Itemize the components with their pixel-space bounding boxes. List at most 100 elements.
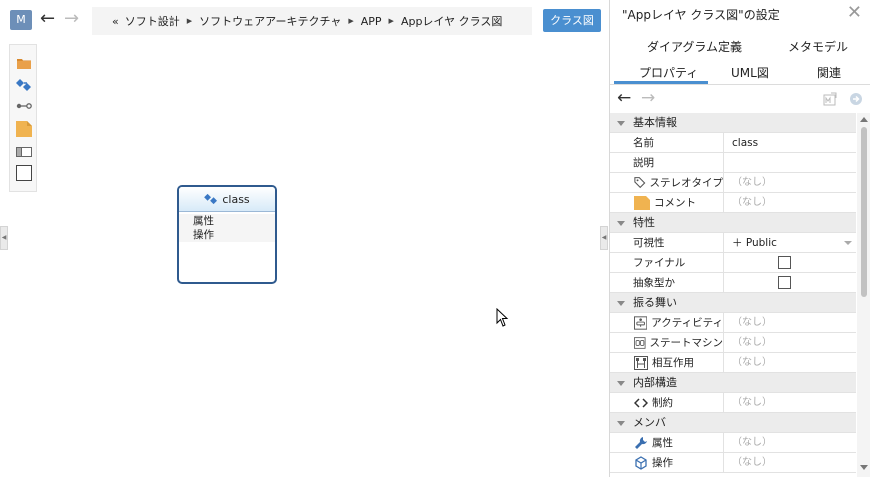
property-row-comment: コメント （なし） [610, 193, 856, 213]
breadcrumb-item[interactable]: APP [361, 15, 382, 28]
back-arrow-icon[interactable]: ← [40, 8, 55, 30]
section-label: 内部構造 [610, 373, 677, 392]
property-row-attribute: 属性 （なし） [610, 433, 856, 453]
tab-metamodel[interactable]: メタモデル [788, 38, 848, 55]
note-icon[interactable] [16, 121, 32, 137]
panel-back-arrow-icon[interactable]: ← [617, 88, 631, 108]
section-label: 特性 [610, 213, 655, 232]
property-label-wrap: 属性 [610, 433, 724, 452]
properties-panel: "Appレイヤ クラス図"の設定 ✕ ダイアグラム定義 メタモデル プロパティ … [609, 0, 870, 477]
vertical-scrollbar[interactable] [857, 113, 870, 477]
class-compartments: 属性 操作 [179, 214, 275, 242]
scroll-down-icon[interactable] [860, 465, 868, 470]
final-checkbox[interactable] [778, 256, 791, 269]
class-icon[interactable] [16, 78, 32, 92]
breadcrumb-separator-icon: ▶ [348, 17, 354, 25]
property-row-name: 名前 class [610, 133, 856, 153]
property-row-visibility: 可視性 ＋ Public [610, 233, 856, 253]
abstract-cell [724, 273, 856, 292]
property-grid: 基本情報 名前 class 説明 ステレオタイプ （なし） コメント （なし） … [610, 113, 856, 473]
panel-collapse-handle[interactable]: ◀ [600, 226, 608, 250]
statemachine-field[interactable]: （なし） [724, 333, 856, 352]
close-icon[interactable]: ✕ [847, 2, 862, 23]
property-row-description: 説明 [610, 153, 856, 173]
visibility-dropdown[interactable]: ＋ Public [724, 233, 856, 252]
property-label: 操作 [652, 456, 673, 469]
association-icon[interactable] [16, 99, 32, 113]
class-box-header[interactable]: class [179, 187, 275, 212]
folder-icon[interactable] [16, 56, 32, 70]
section-internal-structure[interactable]: 内部構造 [610, 373, 856, 393]
panel-title: "Appレイヤ クラス図"の設定 [622, 8, 780, 22]
property-row-final: ファイナル [610, 253, 856, 273]
interaction-field[interactable]: （なし） [724, 353, 856, 372]
model-element-icon[interactable] [823, 92, 837, 106]
property-label-wrap: 相互作用 [610, 353, 724, 372]
frame-icon[interactable] [16, 145, 32, 159]
property-label-wrap: ステレオタイプ [610, 173, 724, 192]
tab-uml-diagram[interactable]: UML図 [731, 64, 769, 81]
scroll-up-icon[interactable] [860, 117, 868, 122]
attribute-field[interactable]: （なし） [724, 433, 856, 452]
diagram-type-button[interactable]: クラス図 [543, 9, 601, 32]
attributes-compartment[interactable]: 属性 [193, 214, 275, 228]
property-row-operation: 操作 （なし） [610, 453, 856, 473]
property-label: 属性 [652, 436, 673, 449]
name-field[interactable]: class [724, 133, 856, 152]
operation-field[interactable]: （なし） [724, 453, 856, 472]
scrollbar-thumb[interactable] [861, 127, 867, 297]
tab-relations[interactable]: 関連 [817, 64, 841, 81]
app-window: M ← → « ソフト設計 ▶ ソフトウェアアーキテクチャ ▶ APP ▶ Ap… [0, 0, 870, 477]
property-label: ファイナル [610, 253, 724, 272]
uml-class-box[interactable]: class 属性 操作 [177, 185, 277, 284]
breadcrumb-item-current[interactable]: Appレイヤ クラス図 [401, 13, 502, 29]
comment-field[interactable]: （なし） [724, 193, 856, 212]
section-label: メンバ [610, 413, 666, 432]
model-badge[interactable]: M [10, 10, 32, 30]
tab-diagram-definition[interactable]: ダイアグラム定義 [647, 38, 742, 55]
operations-compartment[interactable]: 操作 [193, 228, 275, 242]
section-label: 振る舞い [610, 293, 677, 312]
property-row-stereotype: ステレオタイプ （なし） [610, 173, 856, 193]
activity-field[interactable]: （なし） [724, 313, 856, 332]
section-basic-info[interactable]: 基本情報 [610, 113, 856, 133]
forward-arrow-icon[interactable]: → [64, 8, 79, 30]
property-label: 名前 [610, 133, 724, 152]
constraint-field[interactable]: （なし） [724, 393, 856, 412]
property-label: コメント [654, 196, 696, 209]
property-row-statemachine: ステートマシン （なし） [610, 333, 856, 353]
property-label: 抽象型か [610, 273, 724, 292]
section-behavior[interactable]: 振る舞い [610, 293, 856, 313]
interaction-icon [634, 355, 648, 370]
property-label-wrap: ステートマシン [610, 333, 724, 352]
abstract-checkbox[interactable] [778, 276, 791, 289]
property-row-interaction: 相互作用 （なし） [610, 353, 856, 373]
stereotype-field[interactable]: （なし） [724, 173, 856, 192]
tag-icon [634, 177, 646, 189]
breadcrumb-item[interactable]: ソフトウェアアーキテクチャ [199, 13, 341, 29]
property-label: アクティビティ [651, 316, 723, 329]
property-label: 説明 [610, 153, 724, 172]
description-field[interactable] [724, 153, 856, 172]
tab-properties[interactable]: プロパティ [639, 64, 698, 81]
property-label: ステレオタイプ [649, 176, 724, 189]
panel-forward-arrow-icon[interactable]: → [641, 88, 655, 108]
breadcrumb-prefix[interactable]: « [112, 15, 119, 28]
go-arrow-icon[interactable] [849, 92, 863, 106]
breadcrumb-separator-icon: ▶ [186, 17, 193, 25]
class-name: class [222, 192, 250, 206]
breadcrumb-item[interactable]: ソフト設計 [125, 13, 180, 29]
property-label: 制約 [652, 396, 673, 409]
code-brackets-icon [634, 397, 648, 408]
tab-divider [610, 84, 870, 85]
section-members[interactable]: メンバ [610, 413, 856, 433]
property-label: 相互作用 [652, 356, 694, 369]
cube-icon [635, 455, 647, 470]
property-label: 可視性 [610, 233, 724, 252]
section-features[interactable]: 特性 [610, 213, 856, 233]
note-icon [634, 195, 650, 210]
property-label-wrap: 操作 [610, 453, 724, 472]
left-collapse-handle[interactable]: ◀ [0, 226, 8, 250]
rectangle-icon[interactable] [16, 165, 32, 181]
state-machine-icon [634, 336, 646, 349]
